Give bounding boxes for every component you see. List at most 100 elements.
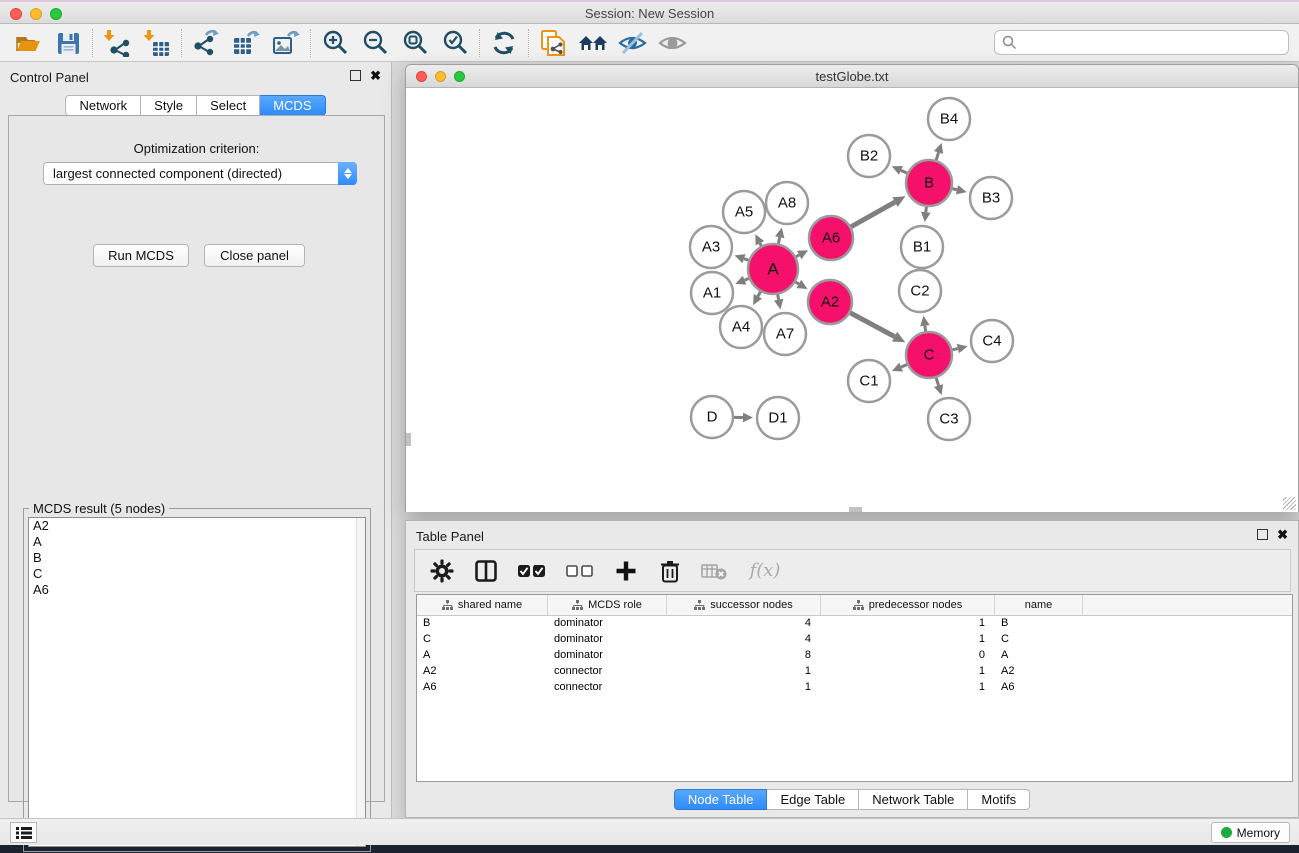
first-neighbors-icon[interactable]: [573, 27, 613, 59]
search-input[interactable]: [1022, 35, 1288, 50]
export-table-icon[interactable]: [226, 27, 266, 59]
graph-node-A6[interactable]: A6: [809, 216, 853, 260]
graph-edge-C-C1[interactable]: [892, 363, 907, 372]
graph-edge-A-A5[interactable]: [755, 234, 764, 246]
graph-edge-A-A6[interactable]: [796, 250, 808, 259]
cell-name[interactable]: A6: [995, 680, 1083, 696]
save-session-icon[interactable]: [48, 27, 88, 59]
table-settings-icon[interactable]: [427, 556, 457, 586]
open-file-icon[interactable]: [8, 27, 48, 59]
result-item[interactable]: C: [29, 566, 365, 582]
cell-shared-name[interactable]: A2: [417, 664, 548, 680]
graph-node-C3[interactable]: C3: [928, 398, 970, 440]
table-row[interactable]: A2connector11A2: [417, 664, 1292, 680]
graph-node-B3[interactable]: B3: [970, 177, 1012, 219]
cell-predecessor-nodes[interactable]: 1: [821, 616, 995, 632]
column-header-predecessor-nodes[interactable]: predecessor nodes: [821, 595, 995, 615]
delete-columns-icon[interactable]: [655, 556, 685, 586]
memory-button[interactable]: Memory: [1211, 822, 1290, 843]
cell-successor-nodes[interactable]: 1: [667, 680, 821, 696]
graph-edge-A-A3[interactable]: [735, 254, 749, 263]
cell-shared-name[interactable]: A6: [417, 680, 548, 696]
graph-edge-B-B2[interactable]: [892, 166, 907, 175]
graph-node-A[interactable]: A: [748, 244, 798, 294]
cell-shared-name[interactable]: C: [417, 632, 548, 648]
tab-node-table[interactable]: Node Table: [674, 789, 768, 810]
create-column-icon[interactable]: [611, 556, 641, 586]
table-row[interactable]: A6connector11A6: [417, 680, 1292, 696]
export-image-icon[interactable]: [266, 27, 306, 59]
function-builder-icon[interactable]: f(x): [743, 556, 787, 586]
cell-MCDS-role[interactable]: dominator: [548, 648, 667, 664]
cell-predecessor-nodes[interactable]: 1: [821, 632, 995, 648]
tab-motifs[interactable]: Motifs: [968, 789, 1030, 810]
graph-node-A3[interactable]: A3: [690, 226, 732, 268]
graph-edge-A-A8[interactable]: [775, 227, 784, 243]
result-item[interactable]: A6: [29, 582, 365, 598]
cell-predecessor-nodes[interactable]: 1: [821, 664, 995, 680]
graph-node-A1[interactable]: A1: [691, 272, 733, 314]
float-panel-icon[interactable]: [350, 70, 361, 81]
graph-node-D1[interactable]: D1: [757, 397, 799, 439]
delete-table-icon[interactable]: [699, 556, 729, 586]
graph-edge-C-C3[interactable]: [934, 378, 943, 395]
hide-selected-icon[interactable]: [613, 27, 653, 59]
result-item[interactable]: B: [29, 550, 365, 566]
graph-edge-B-B4[interactable]: [934, 143, 943, 160]
table-row[interactable]: Bdominator41B: [417, 616, 1292, 632]
graph-node-C4[interactable]: C4: [971, 320, 1013, 362]
result-item[interactable]: A: [29, 534, 365, 550]
column-header-successor-nodes[interactable]: successor nodes: [667, 595, 821, 615]
cell-MCDS-role[interactable]: dominator: [548, 616, 667, 632]
cell-MCDS-role[interactable]: connector: [548, 664, 667, 680]
cell-name[interactable]: A: [995, 648, 1083, 664]
network-canvas[interactable]: B4B2BB3A8A5A6A3B1AA1C2A2A4A7C4CC1C3DD1: [406, 88, 1298, 512]
cell-MCDS-role[interactable]: dominator: [548, 632, 667, 648]
table-row[interactable]: Adominator80A: [417, 648, 1292, 664]
graph-node-A5[interactable]: A5: [723, 191, 765, 233]
cell-MCDS-role[interactable]: connector: [548, 680, 667, 696]
close-panel-icon[interactable]: ✖: [370, 70, 381, 81]
tab-edge-table[interactable]: Edge Table: [767, 789, 859, 810]
show-all-icon[interactable]: [653, 27, 693, 59]
zoom-fit-icon[interactable]: [395, 27, 435, 59]
graph-node-B1[interactable]: B1: [901, 226, 943, 268]
select-all-columns-icon[interactable]: [515, 556, 549, 586]
import-network-icon[interactable]: [97, 27, 137, 59]
run-mcds-button[interactable]: Run MCDS: [93, 244, 189, 267]
graph-edge-A-A1[interactable]: [735, 276, 749, 285]
graph-node-A4[interactable]: A4: [720, 306, 762, 348]
graph-node-D[interactable]: D: [691, 396, 733, 438]
zoom-out-icon[interactable]: [355, 27, 395, 59]
tab-network-table[interactable]: Network Table: [859, 789, 968, 810]
mcds-result-list[interactable]: A2ABCA6: [28, 517, 366, 847]
column-header-shared-name[interactable]: shared name: [417, 595, 548, 615]
graph-node-A2[interactable]: A2: [808, 280, 852, 324]
graph-edge-A-A4[interactable]: [753, 292, 762, 305]
graph-node-B4[interactable]: B4: [928, 98, 970, 140]
import-table-icon[interactable]: [137, 27, 177, 59]
graph-node-B2[interactable]: B2: [848, 135, 890, 177]
cell-shared-name[interactable]: A: [417, 648, 548, 664]
graph-edge-C-C4[interactable]: [952, 344, 967, 353]
tab-mcds[interactable]: MCDS: [260, 95, 325, 116]
result-list-scrollbar[interactable]: [356, 518, 365, 846]
graph-node-C[interactable]: C: [906, 332, 952, 378]
graph-edge-A-A2[interactable]: [796, 280, 808, 289]
graph-node-C1[interactable]: C1: [848, 360, 890, 402]
graph-edge-A-A7[interactable]: [774, 295, 783, 310]
tab-select[interactable]: Select: [197, 95, 260, 116]
vertical-scroll-indicator[interactable]: [406, 433, 411, 446]
tab-style[interactable]: Style: [141, 95, 197, 116]
graph-edge-A6-B[interactable]: [851, 196, 905, 227]
unselect-all-columns-icon[interactable]: [563, 556, 597, 586]
show-columns-icon[interactable]: [471, 556, 501, 586]
cell-successor-nodes[interactable]: 1: [667, 664, 821, 680]
task-history-button[interactable]: [10, 822, 37, 843]
apply-layout-icon[interactable]: [484, 27, 524, 59]
cell-name[interactable]: C: [995, 632, 1083, 648]
cell-shared-name[interactable]: B: [417, 616, 548, 632]
optimization-criterion-dropdown[interactable]: largest connected component (directed): [43, 162, 357, 185]
graph-edge-B-B1[interactable]: [921, 207, 931, 222]
copy-style-icon[interactable]: [533, 27, 573, 59]
